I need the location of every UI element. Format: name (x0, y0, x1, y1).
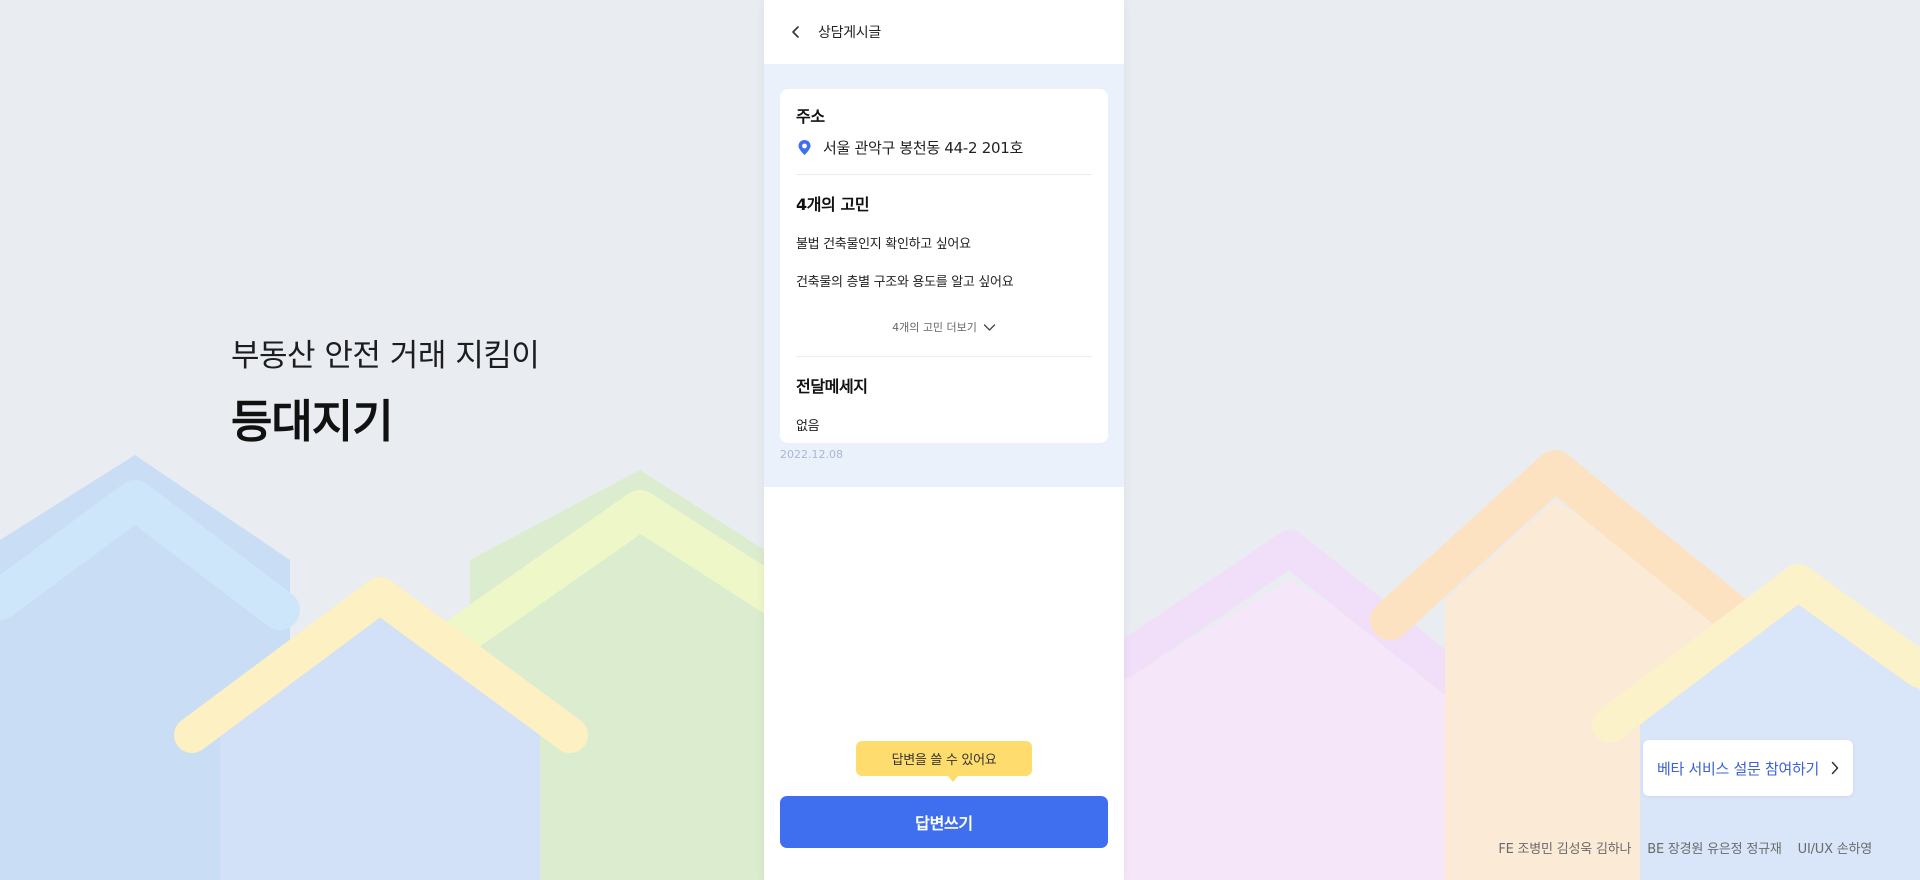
address-title: 주소 (796, 107, 825, 126)
chevron-down-icon (983, 323, 996, 331)
divider (796, 174, 1092, 175)
more-worries-button[interactable]: 4개의 고민 더보기 (796, 319, 1092, 335)
credit-fe: FE 조병민 김성욱 김하나 (1498, 842, 1632, 857)
back-button[interactable] (786, 22, 806, 42)
worries-title: 4개의 고민 (796, 195, 870, 214)
address-row: 서울 관악구 봉천동 44-2 201호 (796, 137, 1092, 158)
post-card: 주소 서울 관악구 봉천동 44-2 201호 4개의 고민 불법 건축물인지 … (780, 89, 1108, 443)
hero-section: 부동산 안전 거래 지킴이 등대지기 (231, 330, 540, 450)
location-pin-icon (798, 140, 811, 155)
credit-be: BE 장경원 유은정 정규재 (1647, 842, 1782, 857)
chevron-left-icon (792, 26, 799, 38)
message-text: 없음 (796, 419, 820, 434)
divider (796, 356, 1092, 357)
tooltip-arrow (947, 775, 959, 782)
more-worries-label: 4개의 고민 더보기 (892, 321, 977, 334)
message-title: 전달메세지 (796, 377, 868, 396)
team-credits: FE 조병민 김성욱 김하나 BE 장경원 유은정 정규재 UI/UX 손하영 (1498, 838, 1872, 857)
answer-tooltip: 답변을 쓸 수 있어요 (856, 741, 1032, 776)
page-title: 상담게시글 (818, 25, 881, 41)
write-answer-button[interactable]: 답변쓰기 (780, 796, 1108, 848)
worry-item: 건축물의 층별 구조와 용도를 알고 싶어요 (796, 275, 1014, 290)
survey-label: 베타 서비스 설문 참여하기 (1657, 759, 1819, 778)
credit-uiux: UI/UX 손하영 (1797, 842, 1873, 857)
chevron-right-icon (1831, 761, 1839, 775)
hero-subtitle: 부동산 안전 거래 지킴이 (231, 338, 540, 374)
hero-title: 등대지기 (231, 395, 394, 448)
address-text: 서울 관악구 봉천동 44-2 201호 (823, 139, 1023, 157)
survey-button[interactable]: 베타 서비스 설문 참여하기 (1643, 740, 1853, 796)
mobile-frame: 상담게시글 주소 서울 관악구 봉천동 44-2 201호 4개의 고민 불법 … (764, 0, 1124, 880)
post-date: 2022.12.08 (780, 448, 843, 461)
top-nav-bar: 상담게시글 (764, 0, 1124, 64)
worry-item: 불법 건축물인지 확인하고 싶어요 (796, 237, 971, 252)
